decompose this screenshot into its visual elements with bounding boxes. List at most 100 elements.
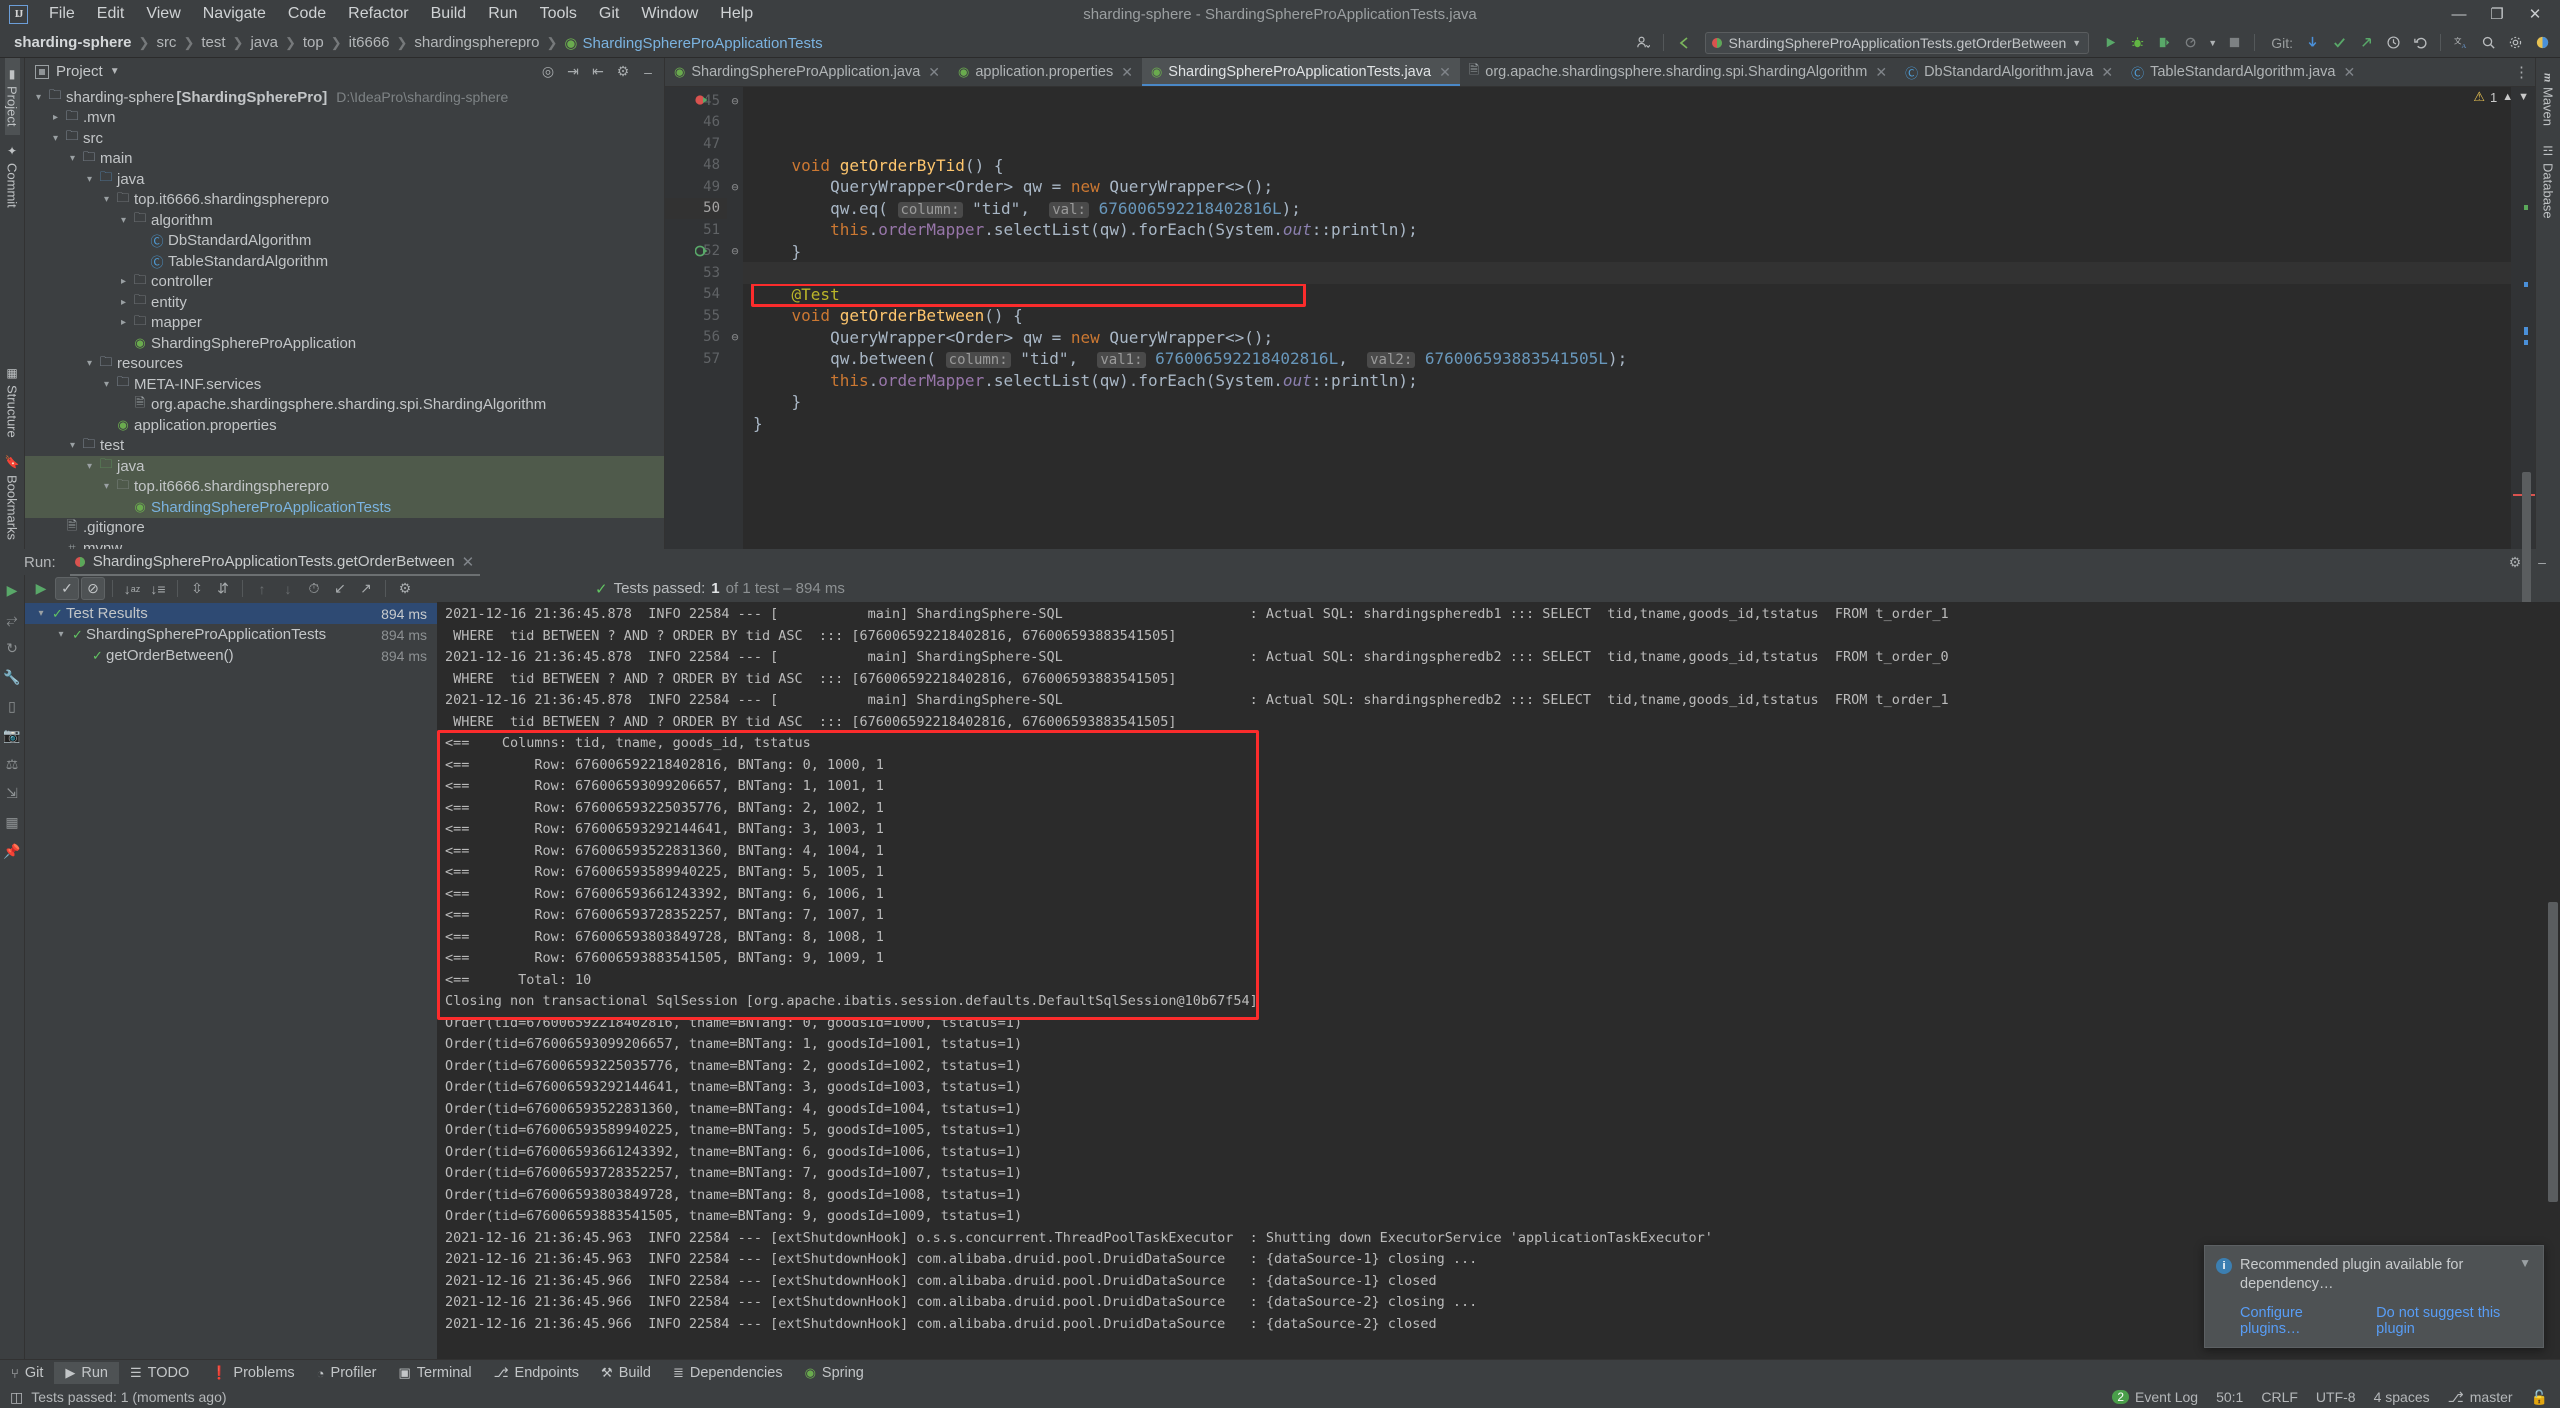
git-branch-widget[interactable]: ⎇ master [2448,1389,2513,1406]
bottom-tool-problems[interactable]: ❗ Problems [200,1362,305,1384]
gear-icon[interactable]: ⚙ [611,61,635,83]
code-line-56[interactable]: } [743,391,2511,413]
chevron-down-icon[interactable]: ▼ [2519,1256,2531,1294]
bottom-tool-run[interactable]: ▶ Run [54,1362,119,1384]
history-icon[interactable] [2381,31,2405,55]
sidebar-item-bookmarks[interactable]: 🔖 Bookmarks [5,446,20,549]
code-line-45[interactable]: void getOrderByTid() { [743,155,2511,177]
tree-node-shardingsphereproapplication[interactable]: ◉ ShardingSphereProApplication [25,333,664,354]
sidebar-item-database[interactable]: ☲ Database [2541,135,2556,228]
sort-alpha-icon[interactable]: ↓ az [120,577,144,600]
fold-marker-49[interactable]: ⊖ [727,176,743,198]
editor-tab-5[interactable]: Ⓒ TableStandardAlgorithm.java ✕ [2122,58,2364,86]
lock-icon[interactable]: 🔓 [2531,1389,2548,1406]
minimize-icon[interactable]: – [2530,551,2554,573]
more-vertical-icon[interactable]: ⋮ [2514,63,2529,81]
close-button[interactable]: ✕ [2516,1,2554,27]
run-icon[interactable] [2098,31,2122,55]
test-tree-row-0[interactable]: ▾ ✓ Test Results 894 ms [25,603,437,624]
gutter-line-46[interactable]: 46 [665,112,727,134]
chevron-icon[interactable]: ▾ [82,358,97,369]
tree-node--mvn[interactable]: ▸ 🗀 .mvn [25,108,664,129]
menu-item-view[interactable]: View [135,3,191,25]
tree-node-resources[interactable]: ▾ 🗀 resources [25,354,664,375]
gutter-line-55[interactable]: 55 [665,305,727,327]
git-push-icon[interactable] [2354,31,2378,55]
event-log-widget[interactable]: 2 Event Log [2112,1389,2198,1405]
gutter-line-49[interactable]: 49 [665,176,727,198]
code-line-54[interactable]: qw.between( column: "tid", val1: 6760065… [743,348,2511,370]
run-test-gutter-icon[interactable] [695,94,709,108]
editor-tab-2[interactable]: ◉ ShardingSphereProApplicationTests.java ✕ [1141,58,1460,86]
minimize-button[interactable]: — [2440,1,2478,27]
bottom-tool-terminal[interactable]: ▣ Terminal [387,1362,482,1384]
menu-item-git[interactable]: Git [588,3,630,25]
export-icon[interactable]: ⇲ [3,784,22,803]
breadcrumb-item-4[interactable]: top [299,33,328,52]
code-line-51[interactable]: @Test [743,284,2511,306]
gutter-line-47[interactable]: 47 [665,133,727,155]
fold-marker-56[interactable]: ⊖ [727,327,743,349]
chevron-icon[interactable]: ▾ [99,481,114,492]
search-icon[interactable] [2476,31,2500,55]
dismiss-plugin-link[interactable]: Do not suggest this plugin [2376,1305,2531,1337]
settings-icon[interactable]: ⚙ [393,577,417,600]
code-line-49[interactable]: } [743,241,2511,263]
code-line-50[interactable] [743,262,2511,284]
sidebar-item-project[interactable]: ▮ Project [4,58,20,136]
close-icon[interactable]: ✕ [1439,64,1451,81]
fold-marker-52[interactable]: ⊖ [727,241,743,263]
show-ignored-toggle[interactable]: ⊘ [81,577,105,600]
tree-node-top-it6666-shardingspherepro[interactable]: ▾ 🗀 top.it6666.shardingspherepro [25,476,664,497]
gutter-line-52[interactable]: 52 [665,241,727,263]
chevron-icon[interactable]: ▾ [82,461,97,472]
chevron-icon[interactable]: ▾ [48,133,63,144]
run-session-tab[interactable]: ShardingSphereProApplicationTests.getOrd… [66,550,484,576]
code-line-48[interactable]: this.orderMapper.selectList(qw).forEach(… [743,219,2511,241]
tree-node-main[interactable]: ▾ 🗀 main [25,149,664,170]
code-line-47[interactable]: qw.eq( column: "tid", val: 6760065922184… [743,198,2511,220]
git-update-icon[interactable] [2300,31,2324,55]
tree-node-algorithm[interactable]: ▾ 🗀 algorithm [25,210,664,231]
export-icon[interactable]: ↗ [354,577,378,600]
breadcrumb-item-6[interactable]: shardingspherepro [410,33,543,52]
bottom-tool-build[interactable]: ⚒ Build [590,1362,662,1384]
user-icon[interactable] [1631,31,1655,55]
chevron-icon[interactable]: ▸ [116,297,131,308]
editor-tab-0[interactable]: ◉ ShardingSphereProApplication.java ✕ [665,58,949,86]
menu-item-run[interactable]: Run [477,3,528,25]
prev-problem-icon[interactable]: ▲ [2502,91,2513,103]
tree-node-test[interactable]: ▾ 🗀 test [25,436,664,457]
code-line-55[interactable]: this.orderMapper.selectList(qw).forEach(… [743,370,2511,392]
rerun-failed-icon[interactable]: ⥂ [3,610,22,629]
code-line-52[interactable]: void getOrderBetween() { [743,305,2511,327]
tree-node--gitignore[interactable]: 🗎 .gitignore [25,518,664,539]
minimize-icon[interactable]: – [636,61,660,83]
rollback-icon[interactable] [2408,31,2432,55]
tree-node-top-it6666-shardingspherepro[interactable]: ▾ 🗀 top.it6666.shardingspherepro [25,190,664,211]
close-icon[interactable]: ✕ [2101,64,2113,81]
bottom-tool-git[interactable]: ⑂ Git [0,1362,54,1384]
breadcrumb-item-3[interactable]: java [246,33,282,52]
sidebar-item-commit[interactable]: ✦ Commit [5,135,20,217]
console-icon[interactable]: ▯ [3,697,22,716]
menu-item-build[interactable]: Build [420,3,478,25]
chevron-icon[interactable]: ▾ [116,215,131,226]
translate-icon[interactable]: 文A [2449,31,2473,55]
settings-icon[interactable] [2503,31,2527,55]
bottom-tool-profiler[interactable]: ◔ Profiler [306,1362,388,1384]
gutter-line-53[interactable]: 53 [665,262,727,284]
breadcrumb-item-2[interactable]: test [197,33,229,52]
tree-node-controller[interactable]: ▸ 🗀 controller [25,272,664,293]
chevron-icon[interactable]: ▾ [65,153,80,164]
indent-setting[interactable]: 4 spaces [2374,1389,2430,1405]
code-line-53[interactable]: QueryWrapper<Order> qw = new QueryWrappe… [743,327,2511,349]
caret-position[interactable]: 50:1 [2216,1389,2243,1405]
import-icon[interactable]: ↙ [328,577,352,600]
tree-node-meta-inf-services[interactable]: ▾ 🗀 META-INF.services [25,374,664,395]
sidebar-item-structure[interactable]: ▦ Structure [5,357,20,447]
breadcrumb-item-0[interactable]: sharding-sphere [10,33,136,52]
menu-item-navigate[interactable]: Navigate [192,3,277,25]
gutter-line-54[interactable]: 54 [665,284,727,306]
test-results-tree[interactable]: ▾ ✓ Test Results 894 ms ▾ ✓ ShardingSphereProA… [25,602,437,1359]
